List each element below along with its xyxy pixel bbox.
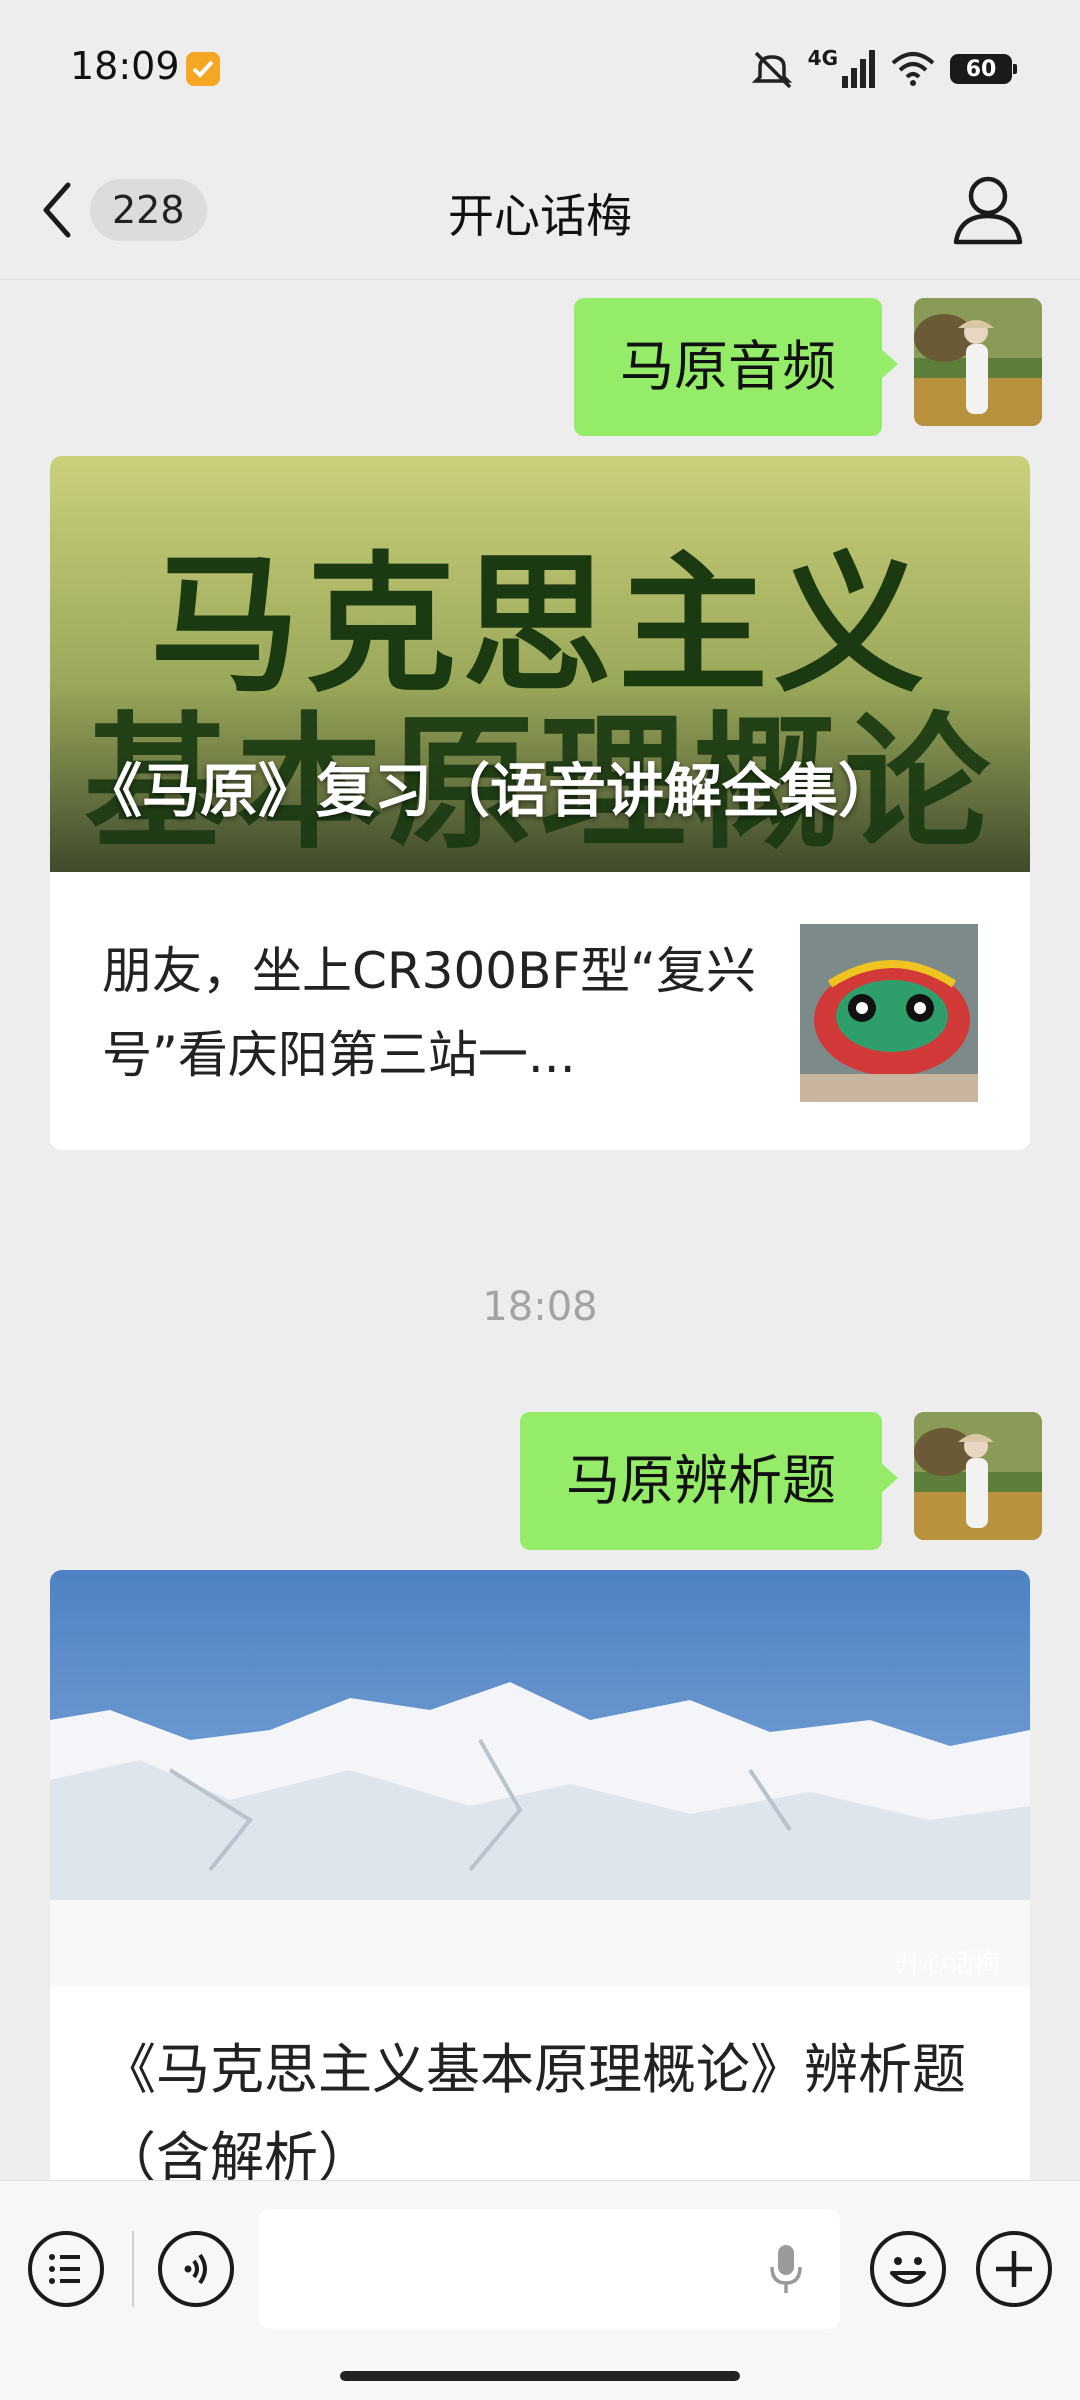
more-button[interactable]: [976, 2231, 1052, 2307]
status-icons: 4G 60: [750, 46, 1017, 90]
message-row: 马原辨析题: [520, 1412, 1042, 1550]
signal-icon: [842, 50, 875, 88]
mute-icon: [751, 51, 792, 89]
voice-button[interactable]: [158, 2231, 234, 2307]
divider: [132, 2231, 134, 2307]
plus-icon: [996, 2251, 1032, 2287]
avatar[interactable]: [914, 1412, 1042, 1540]
status-bar: 18:09 4G 60: [0, 0, 1080, 140]
watermark: 开心话梅: [895, 1949, 1000, 1979]
message-bubble[interactable]: 马原音频: [574, 298, 898, 436]
status-time: 18:09: [70, 44, 180, 88]
article-title: 《马克思主义基本原理概论》辨析题（含解析）: [102, 2038, 966, 2180]
microphone-icon[interactable]: [768, 2243, 804, 2295]
message-row: 马原音频: [574, 298, 1042, 436]
emoji-button[interactable]: [870, 2231, 946, 2307]
sub-item-thumbnail: [800, 924, 978, 1102]
battery-indicator: 60: [950, 54, 1017, 84]
profile-button[interactable]: [948, 170, 1028, 250]
wifi-icon: [891, 52, 935, 86]
list-icon: [49, 2254, 80, 2284]
article-sub-item[interactable]: 朋友，坐上CR300BF型“复兴号”看庆阳第三站一...: [50, 872, 1030, 1150]
input-bar: [0, 2180, 1080, 2400]
message-input[interactable]: [258, 2209, 840, 2329]
chat-header: 228 开心话梅: [0, 140, 1080, 280]
sub-item-title: 朋友，坐上CR300BF型“复兴号”看庆阳第三站一...: [102, 942, 757, 1084]
app-notification-icon: [186, 52, 220, 86]
article-cover[interactable]: 马克思主义 基本原理概论 《马原》复习（语音讲解全集）: [50, 456, 1030, 872]
message-bubble[interactable]: 马原辨析题: [520, 1412, 898, 1550]
article-card[interactable]: 开心话梅 《马克思主义基本原理概论》辨析题（含解析）: [50, 1570, 1030, 2180]
network-type: 4G: [807, 46, 838, 70]
person-icon: [953, 176, 1023, 245]
menu-button[interactable]: [28, 2231, 104, 2307]
smile-icon: [890, 2257, 926, 2284]
timestamp: 18:08: [482, 1284, 598, 1330]
chat-area[interactable]: 马原音频 马克思主义 基本原理概论 《马原》复习（语音讲解全集） 朋友，坐上CR…: [0, 282, 1080, 2180]
article-cover[interactable]: 开心话梅: [50, 1570, 1030, 1986]
voice-icon: [184, 2253, 207, 2285]
home-indicator[interactable]: [340, 2371, 740, 2381]
article-card[interactable]: 马克思主义 基本原理概论 《马原》复习（语音讲解全集） 朋友，坐上CR300BF…: [50, 456, 1030, 1150]
chat-title: 开心话梅: [448, 189, 632, 243]
avatar[interactable]: [914, 298, 1042, 426]
article-title: 《马原》复习（语音讲解全集）: [84, 757, 897, 825]
